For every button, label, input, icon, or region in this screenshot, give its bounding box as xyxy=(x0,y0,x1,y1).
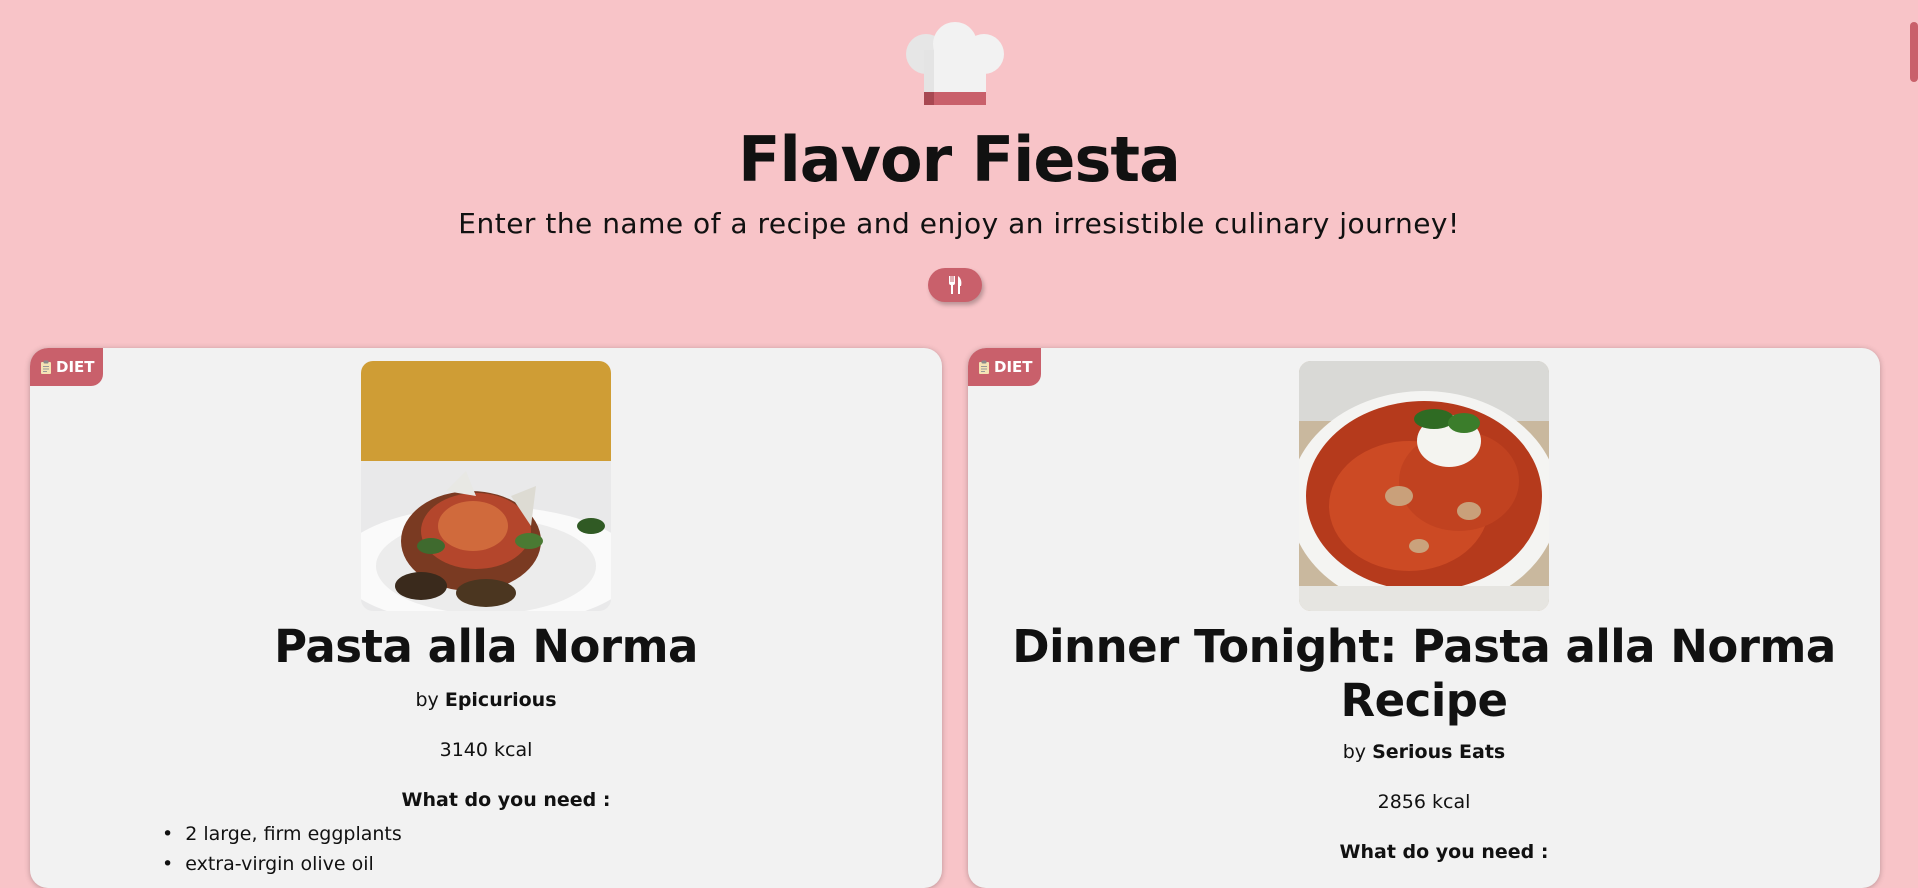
clipboard-icon xyxy=(979,360,989,374)
page-subtitle: Enter the name of a recipe and enjoy an … xyxy=(458,207,1460,240)
diet-badge: DIET xyxy=(968,348,1041,386)
diet-badge: DIET xyxy=(30,348,103,386)
recipe-card[interactable]: DIET Dinner Tonight: Pasta alla Norma Re… xyxy=(968,348,1880,888)
recipe-calories: 3140 kcal xyxy=(439,739,533,761)
list-item: extra-virgin olive oil xyxy=(162,849,402,879)
recipe-image xyxy=(1299,361,1549,611)
chef-hat-icon xyxy=(906,22,1004,105)
recipe-card[interactable]: DIET Pasta alla Norma by Epicurious 3140… xyxy=(30,348,942,888)
recipe-calories: 2856 kcal xyxy=(1377,791,1471,813)
ingredients-heading: What do you need : xyxy=(1339,841,1549,863)
recipe-title: Dinner Tonight: Pasta alla Norma Recipe xyxy=(1012,620,1836,727)
by-label: by xyxy=(1342,741,1367,763)
diet-badge-label: DIET xyxy=(56,358,95,376)
recipe-author: by Serious Eats xyxy=(968,741,1880,763)
ingredients-heading: What do you need : xyxy=(401,789,611,811)
diet-badge-label: DIET xyxy=(994,358,1033,376)
recipe-title: Pasta alla Norma xyxy=(274,620,698,673)
recipe-source: Serious Eats xyxy=(1372,741,1506,763)
recipe-image xyxy=(361,361,611,611)
clipboard-icon xyxy=(41,360,51,374)
recipe-source: Epicurious xyxy=(444,689,557,711)
list-item: 2 large, firm eggplants xyxy=(162,819,402,849)
page-header: Flavor Fiesta Enter the name of a recipe… xyxy=(0,0,1918,340)
ingredient-list: 2 large, firm eggplants extra-virgin oli… xyxy=(162,819,402,879)
fork-knife-icon xyxy=(949,276,962,294)
recipe-author: by Epicurious xyxy=(30,689,942,711)
page-title: Flavor Fiesta xyxy=(738,123,1181,196)
fork-knife-button[interactable] xyxy=(928,268,982,302)
scrollbar-thumb[interactable] xyxy=(1910,22,1918,82)
by-label: by xyxy=(415,689,439,711)
